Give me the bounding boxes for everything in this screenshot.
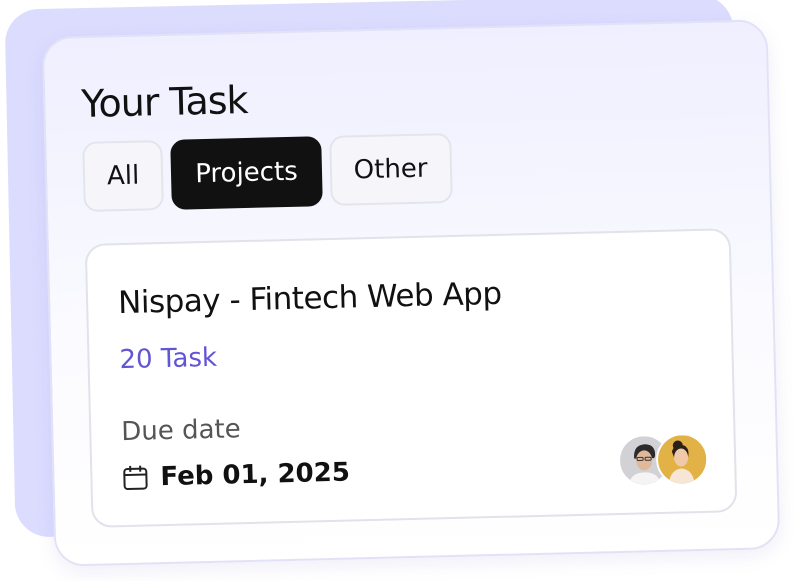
tab-other[interactable]: Other — [328, 132, 453, 206]
project-name: Nispay - Fintech Web App — [117, 275, 502, 322]
tab-all[interactable]: All — [82, 140, 165, 212]
tab-projects[interactable]: Projects — [170, 136, 323, 210]
widget-title: Your Task — [80, 77, 248, 126]
tab-bar: All Projects Other — [82, 132, 453, 212]
due-date-label: Due date — [120, 414, 242, 448]
due-date-row: Feb 01, 2025 — [122, 458, 350, 494]
calendar-icon — [122, 464, 149, 491]
task-count[interactable]: 20 Task — [119, 343, 217, 375]
task-widget-card: Your Task All Projects Other Nispay - Fi… — [41, 19, 781, 567]
avatar-woman[interactable] — [655, 432, 709, 487]
project-card[interactable]: Nispay - Fintech Web App 20 Task Due dat… — [84, 228, 738, 528]
due-date-value: Feb 01, 2025 — [160, 457, 351, 493]
task-widget-stage: Your Task All Projects Other Nispay - Fi… — [0, 0, 794, 581]
member-avatars — [617, 432, 715, 487]
